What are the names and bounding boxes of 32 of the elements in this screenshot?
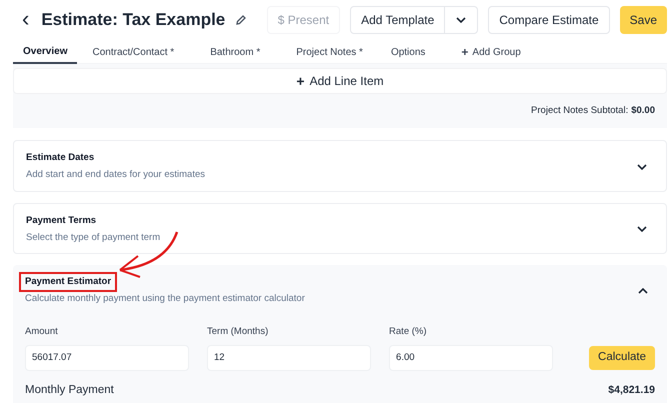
section-description: Calculate monthly payment using the payment estimator calculator: [25, 292, 305, 306]
tab[interactable]: Project Notes *: [286, 40, 373, 64]
page-title: Estimate: Tax Example: [41, 9, 226, 32]
input-field[interactable]: 56017.07: [25, 344, 190, 371]
field-label: Rate (%): [389, 324, 428, 338]
subtotal-label: Project Notes Subtotal:: [531, 104, 628, 118]
result-label: Monthly Payment: [25, 382, 114, 398]
chevron-up-icon: [638, 288, 648, 294]
add-line-item-button[interactable]: + Add Line Item: [13, 68, 667, 94]
section-description: Select the type of payment term: [26, 230, 160, 245]
field-label: Term (Months): [207, 324, 270, 338]
tab[interactable]: Bathroom *: [200, 40, 270, 64]
save-button[interactable]: Save: [620, 6, 667, 34]
edit-icon[interactable]: [235, 14, 248, 26]
chevron-down-icon: [637, 164, 647, 170]
subtotal-value: $0.00: [631, 104, 655, 118]
section-description: Add start and end dates for your estimates: [26, 168, 206, 182]
tab[interactable]: + Add Group: [451, 40, 531, 64]
chevron-down-icon: [456, 17, 466, 23]
result-value: $4,821.19: [608, 382, 655, 398]
section-title: Payment Terms: [26, 214, 96, 228]
input-field[interactable]: 6.00: [389, 344, 554, 371]
calculate-button[interactable]: Calculate: [589, 346, 655, 370]
section-title: Payment Estimator: [19, 272, 118, 292]
back-button[interactable]: ‹: [22, 8, 30, 30]
tab[interactable]: Contract/Contact *: [82, 40, 184, 64]
field-label: Amount: [25, 324, 59, 338]
section-title: Estimate Dates: [26, 151, 94, 165]
compare-estimate-button[interactable]: Compare Estimate: [488, 6, 610, 34]
input-field[interactable]: 12: [207, 344, 372, 371]
tab[interactable]: Options: [380, 40, 436, 64]
chevron-down-icon: [637, 226, 647, 232]
